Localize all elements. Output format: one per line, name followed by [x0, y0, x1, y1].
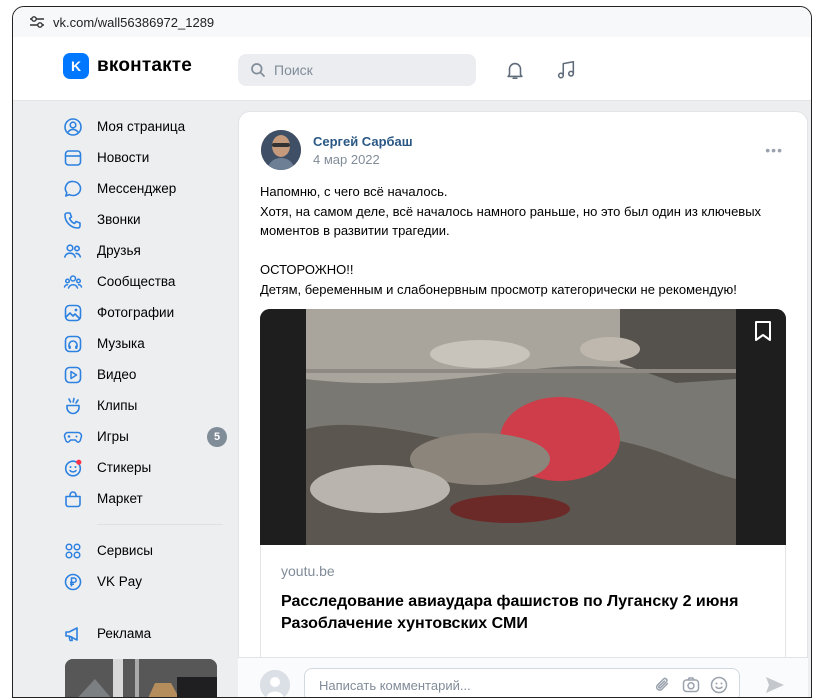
sidebar-item-games[interactable]: Игры 5	[63, 421, 233, 452]
vk-logo-icon: K	[63, 53, 89, 79]
games-badge: 5	[207, 427, 227, 447]
games-icon	[63, 427, 83, 447]
author-name[interactable]: Сергей Сарбаш	[313, 134, 413, 149]
left-sidebar: Моя страница Новости Мессенджер Звонки Д…	[63, 111, 233, 649]
sidebar-ad-image[interactable]	[65, 659, 217, 697]
sidebar-item-clips[interactable]: Клипы	[63, 390, 233, 421]
post-date[interactable]: 4 мар 2022	[313, 152, 413, 167]
send-icon[interactable]	[764, 674, 786, 697]
sidebar-item-my-page[interactable]: Моя страница	[63, 111, 233, 142]
link-attachment[interactable]: youtu.be Расследование авиаудара фашисто…	[260, 545, 786, 665]
phone-icon	[63, 210, 83, 230]
communities-icon	[63, 272, 83, 292]
sidebar-item-communities[interactable]: Сообщества	[63, 266, 233, 297]
sidebar-item-label: Фотографии	[97, 305, 175, 320]
sidebar-item-stickers[interactable]: Стикеры	[63, 452, 233, 483]
sidebar-item-label: VK Pay	[97, 574, 143, 589]
url-text[interactable]: vk.com/wall56386972_1289	[53, 15, 214, 30]
sidebar-item-services[interactable]: Сервисы	[63, 535, 233, 566]
sidebar-item-label: Музыка	[97, 336, 145, 351]
video-icon	[63, 365, 83, 385]
comment-input[interactable]: Написать комментарий...	[304, 668, 740, 697]
browser-window: vk.com/wall56386972_1289 K вконтакте Пои…	[12, 6, 812, 698]
sidebar-item-calls[interactable]: Звонки	[63, 204, 233, 235]
post-text-line: Напомню, с чего всё началось.	[260, 184, 448, 199]
sidebar-item-market[interactable]: Маркет	[63, 483, 233, 514]
bell-icon[interactable]	[504, 59, 526, 86]
sidebar-item-music[interactable]: Музыка	[63, 328, 233, 359]
comment-bar: Написать комментарий...	[238, 657, 808, 697]
search-icon	[251, 63, 265, 77]
link-title[interactable]: Расследование авиаудара фашистов по Луга…	[281, 591, 771, 635]
sidebar-item-label: Сервисы	[97, 543, 153, 558]
friends-icon	[63, 241, 83, 261]
sidebar-item-news[interactable]: Новости	[63, 142, 233, 173]
clips-icon	[63, 396, 83, 416]
services-icon	[63, 541, 83, 561]
music-icon	[63, 334, 83, 354]
post-text-line: Хотя, на самом деле, всё началось намног…	[260, 203, 762, 239]
sidebar-item-video[interactable]: Видео	[63, 359, 233, 390]
photos-icon	[63, 303, 83, 323]
sidebar-item-label: Маркет	[97, 491, 143, 506]
vk-logo-text: вконтакте	[97, 55, 193, 76]
sidebar-item-label: Звонки	[97, 212, 141, 227]
post-text-line: ОСТОРОЖНО!!	[260, 262, 354, 277]
profile-icon	[63, 117, 83, 137]
author-avatar[interactable]	[261, 130, 301, 170]
screen: vk.com/wall56386972_1289 K вконтакте Пои…	[0, 0, 819, 698]
sidebar-item-photos[interactable]: Фотографии	[63, 297, 233, 328]
stickers-icon	[63, 458, 83, 478]
ads-icon	[63, 624, 83, 644]
messenger-icon	[63, 179, 83, 199]
sidebar-item-label: Мессенджер	[97, 181, 177, 196]
search-placeholder: Поиск	[274, 62, 313, 78]
post-text: Напомню, с чего всё началось. Хотя, на с…	[260, 182, 800, 299]
sidebar-item-ads[interactable]: Реклама	[63, 618, 233, 649]
music-icon[interactable]	[555, 59, 577, 86]
search-input[interactable]: Поиск	[238, 54, 476, 86]
video-preview[interactable]	[260, 309, 786, 545]
post-header: Сергей Сарбаш 4 мар 2022	[261, 130, 413, 170]
post-text-line: Детям, беременным и слабонервным просмот…	[260, 281, 737, 297]
emoji-icon[interactable]	[709, 675, 729, 697]
sidebar-item-label: Сообщества	[97, 274, 176, 289]
sidebar-divider	[97, 524, 223, 525]
sidebar-item-messenger[interactable]: Мессенджер	[63, 173, 233, 204]
vkpay-icon	[63, 572, 83, 592]
address-bar[interactable]: vk.com/wall56386972_1289	[13, 7, 811, 37]
sidebar-item-label: Моя страница	[97, 119, 186, 134]
post-card: Сергей Сарбаш 4 мар 2022 ••• Напомню, с …	[238, 111, 808, 697]
site-settings-icon[interactable]	[29, 15, 45, 29]
news-icon	[63, 148, 83, 168]
sidebar-item-label: Видео	[97, 367, 137, 382]
attach-icon[interactable]	[653, 675, 673, 697]
sidebar-item-friends[interactable]: Друзья	[63, 235, 233, 266]
sidebar-item-vkpay[interactable]: VK Pay	[63, 566, 233, 597]
sidebar-item-label: Друзья	[97, 243, 141, 258]
bookmark-icon[interactable]	[752, 319, 774, 348]
top-navigation: K вконтакте Поиск	[13, 37, 811, 101]
link-domain: youtu.be	[281, 563, 335, 579]
comment-placeholder: Написать комментарий...	[319, 677, 471, 693]
user-avatar[interactable]	[260, 670, 290, 697]
sidebar-item-label: Клипы	[97, 398, 138, 413]
camera-icon[interactable]	[681, 675, 701, 697]
sidebar-item-label: Новости	[97, 150, 150, 165]
vk-logo[interactable]: K вконтакте	[63, 53, 192, 79]
sidebar-item-label: Стикеры	[97, 460, 152, 475]
sidebar-item-label: Игры	[97, 429, 129, 444]
market-icon	[63, 489, 83, 509]
more-options-icon[interactable]: •••	[765, 142, 783, 158]
sidebar-item-label: Реклама	[97, 626, 152, 641]
